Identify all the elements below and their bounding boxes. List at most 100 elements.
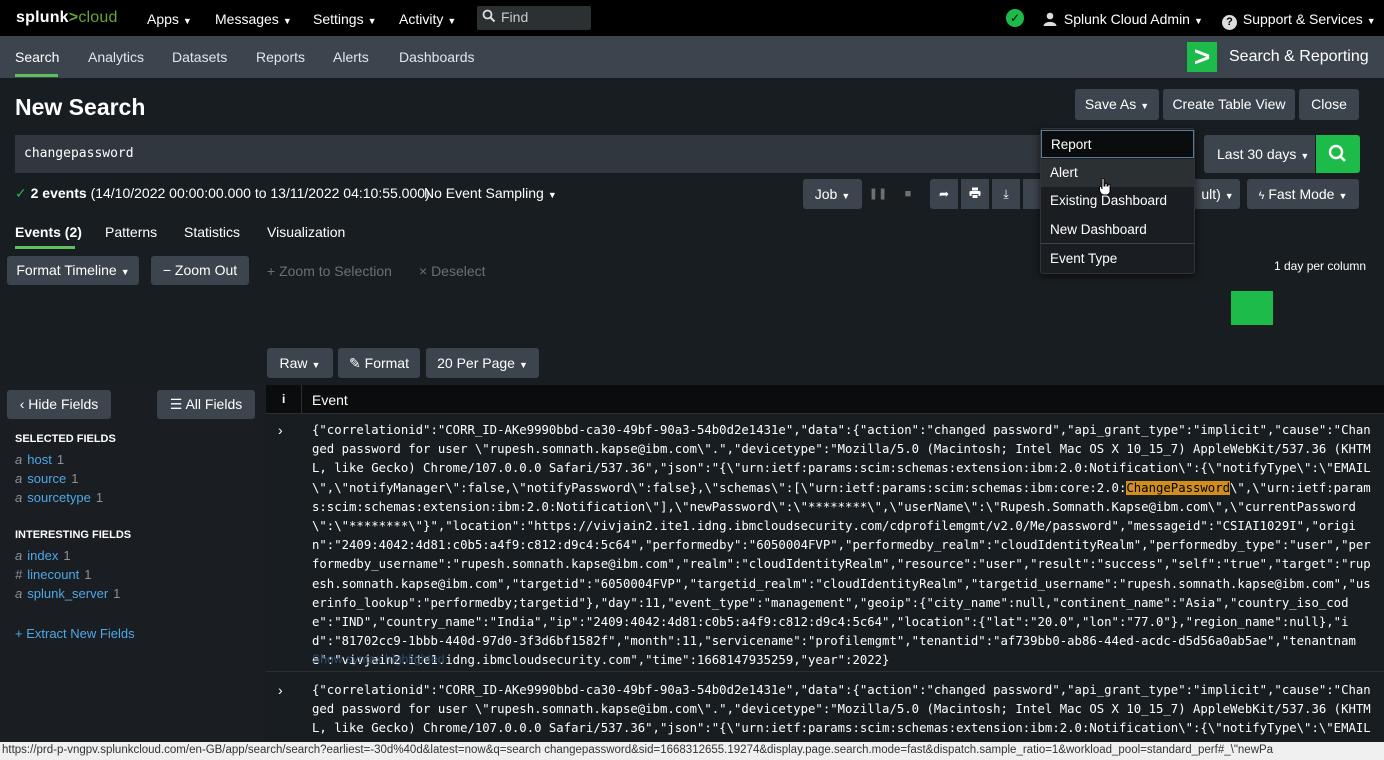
tab-dashboards[interactable]: Dashboards	[399, 49, 475, 65]
fast-mode-dropdown[interactable]: ϟ Fast Mode ▼	[1247, 179, 1359, 209]
field-linecount[interactable]: # linecount 1	[15, 567, 92, 582]
tab-events[interactable]: Events (2)	[15, 224, 82, 240]
zoom-to-selection-button[interactable]: + Zoom to Selection	[267, 263, 392, 279]
events-table-header: i Event	[266, 385, 1384, 414]
field-host[interactable]: a host 1	[15, 452, 64, 467]
caret-down-icon: ▼	[282, 16, 292, 26]
search-mode-dropdown[interactable]: ult) ▼	[1195, 179, 1240, 209]
app-name[interactable]: Search & Reporting	[1229, 48, 1369, 66]
active-tab-indicator	[15, 74, 58, 77]
tab-alerts[interactable]: Alerts	[333, 49, 369, 65]
raw-list-dropdown[interactable]: Raw ▼	[267, 348, 333, 378]
interesting-fields-heading: INTERESTING FIELDS	[15, 529, 132, 541]
caret-down-icon: ▼	[367, 16, 377, 26]
search-icon	[482, 9, 496, 26]
splunk-cloud-logo[interactable]: splunk>cloud	[16, 9, 118, 27]
browser-status-url: https://prd-p-vngpv.splunkcloud.com/en-G…	[0, 742, 1384, 760]
top-navbar: splunk>cloud Apps ▼ Messages ▼ Settings ▼ A…	[0, 0, 1384, 36]
stop-icon[interactable]: ■	[898, 179, 918, 209]
extract-new-fields-link[interactable]: + Extract New Fields	[15, 626, 135, 641]
caret-down-icon: ▼	[447, 16, 457, 26]
tab-patterns[interactable]: Patterns	[105, 224, 157, 240]
format-button[interactable]: ✎ Format	[338, 348, 420, 378]
expand-event-icon[interactable]: ›	[278, 422, 283, 438]
messages-menu[interactable]: Messages ▼	[215, 11, 292, 27]
lightning-icon: ϟ	[1258, 190, 1265, 202]
create-table-view-button[interactable]: Create Table View	[1163, 89, 1295, 120]
save-as-button[interactable]: Save As ▼	[1075, 89, 1159, 120]
format-timeline-button[interactable]: Format Timeline ▼	[7, 256, 139, 285]
selected-fields-heading: SELECTED FIELDS	[15, 433, 116, 445]
event-count: 2 events	[30, 185, 87, 201]
field-sourcetype[interactable]: a sourcetype 1	[15, 490, 103, 505]
find-input[interactable]: Find	[477, 6, 591, 30]
field-index[interactable]: a index 1	[15, 548, 71, 563]
caret-down-icon: ▼	[841, 191, 851, 201]
settings-menu[interactable]: Settings ▼	[313, 11, 377, 27]
support-menu[interactable]: ? Support & Services ▼	[1222, 11, 1376, 30]
active-tab-indicator	[15, 246, 75, 249]
caret-down-icon: ▼	[547, 190, 557, 200]
success-check-icon: ✓	[15, 185, 27, 201]
expand-event-icon[interactable]: ›	[278, 682, 283, 698]
caret-down-icon: ▼	[311, 360, 321, 370]
search-status: ✓ 2 events (14/10/2022 00:00:00.000 to 1…	[15, 185, 430, 202]
caret-down-icon: ▼	[120, 267, 130, 277]
print-icon[interactable]	[961, 179, 989, 209]
pause-icon[interactable]: ❚❚	[868, 179, 888, 209]
caret-down-icon: ▼	[182, 16, 192, 26]
search-icon	[1316, 144, 1360, 176]
menu-item-report[interactable]: Report	[1041, 130, 1194, 158]
menu-item-alert[interactable]: Alert	[1041, 159, 1194, 187]
zoom-out-button[interactable]: − Zoom Out	[151, 256, 249, 285]
caret-down-icon: ▼	[1300, 151, 1310, 161]
event-raw-text[interactable]: {"correlationid":"CORR_ID-AKe9990bbd-ca3…	[312, 421, 1372, 671]
share-icon[interactable]: ➦	[930, 179, 958, 209]
hide-fields-button[interactable]: ‹ Hide Fields	[7, 390, 111, 419]
list-icon: ☰	[169, 396, 183, 412]
time-range-picker[interactable]: Last 30 days ▼	[1204, 135, 1315, 173]
timeline-bar[interactable]	[1231, 291, 1273, 325]
minus-icon: −	[162, 262, 172, 278]
menu-divider	[1041, 243, 1194, 244]
close-button[interactable]: Close	[1299, 89, 1359, 120]
column-divider	[301, 385, 302, 414]
toolbar-overflow[interactable]	[1023, 179, 1041, 209]
tab-search[interactable]: Search	[15, 49, 59, 65]
all-fields-button[interactable]: ☰ All Fields	[157, 390, 255, 419]
tab-reports[interactable]: Reports	[256, 49, 305, 65]
chevron-left-icon: ‹	[19, 396, 25, 412]
search-app-icon: >	[1187, 42, 1217, 72]
per-page-dropdown[interactable]: 20 Per Page ▼	[426, 348, 539, 378]
export-icon[interactable]: ⤓	[992, 179, 1020, 209]
menu-item-existing-dashboard[interactable]: Existing Dashboard	[1041, 187, 1194, 215]
caret-down-icon: ▼	[1366, 16, 1376, 26]
search-query-input[interactable]: changepassword	[15, 135, 1045, 173]
event-row: › {"correlationid":"CORR_ID-AKe9990bbd-c…	[266, 414, 1384, 672]
caret-down-icon: ▼	[1224, 191, 1234, 201]
job-menu[interactable]: Job ▼	[803, 179, 862, 209]
tab-datasets[interactable]: Datasets	[172, 49, 227, 65]
time-range-text: (14/10/2022 00:00:00.000 to 13/11/2022 0…	[90, 185, 430, 201]
search-button[interactable]	[1316, 135, 1360, 173]
activity-menu[interactable]: Activity ▼	[399, 11, 456, 27]
field-splunk-server[interactable]: a splunk_server 1	[15, 586, 120, 601]
apps-menu[interactable]: Apps ▼	[147, 11, 192, 27]
event-column-header: Event	[312, 392, 348, 408]
save-as-menu: Report Alert Existing Dashboard New Dash…	[1040, 128, 1195, 274]
user-menu[interactable]: Splunk Cloud Admin ▼	[1043, 11, 1203, 27]
search-term-highlight[interactable]: ChangePassword	[1126, 480, 1231, 495]
user-icon	[1043, 11, 1061, 27]
tab-statistics[interactable]: Statistics	[184, 224, 240, 240]
show-syntax-highlighted-link[interactable]: Show syntax highlighted	[312, 652, 445, 666]
tab-visualization[interactable]: Visualization	[267, 224, 345, 240]
menu-item-new-dashboard[interactable]: New Dashboard	[1041, 216, 1194, 244]
deselect-button[interactable]: × Deselect	[419, 263, 486, 279]
health-status-check-icon[interactable]: ✓	[1006, 9, 1024, 27]
field-source[interactable]: a source 1	[15, 471, 79, 486]
tab-analytics[interactable]: Analytics	[88, 49, 144, 65]
caret-down-icon: ▼	[1338, 191, 1348, 201]
caret-down-icon: ▼	[1140, 101, 1150, 111]
menu-item-event-type[interactable]: Event Type	[1041, 245, 1194, 273]
event-sampling-dropdown[interactable]: No Event Sampling ▼	[424, 185, 557, 201]
